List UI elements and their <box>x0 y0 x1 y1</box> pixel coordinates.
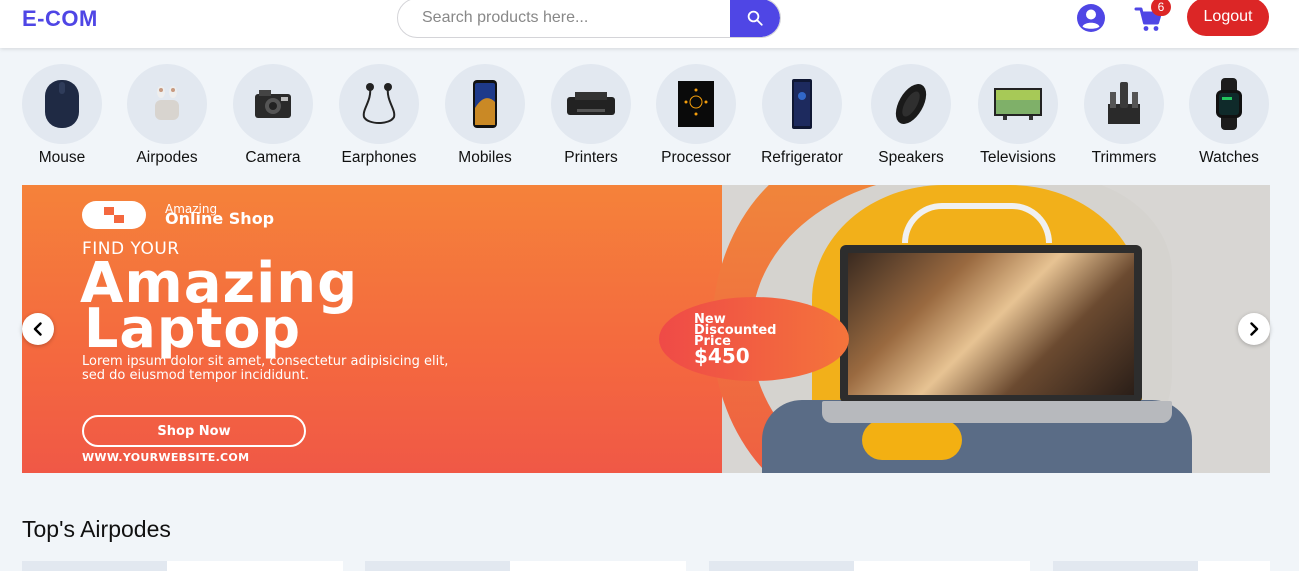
top-header: E-COM 6 Logout <box>0 0 1299 48</box>
category-label: Watches <box>1199 149 1259 166</box>
mouse-icon <box>45 80 79 128</box>
category-label: Processor <box>661 149 731 166</box>
banner-next-button[interactable] <box>1238 313 1270 345</box>
banner-prev-button[interactable] <box>22 313 54 345</box>
category-image <box>871 64 951 144</box>
chevron-right-icon <box>1250 322 1259 336</box>
discount-text: New Discounted Price <box>694 312 777 349</box>
promo-banner[interactable]: New Discounted Price $450 Amazing Online… <box>22 185 1270 473</box>
category-item-trimmers[interactable]: Trimmers <box>1069 64 1179 167</box>
banner-shop-now-button[interactable]: Shop Now <box>82 415 306 447</box>
product-card[interactable] <box>709 561 1030 571</box>
category-image <box>445 64 525 144</box>
search-bar <box>397 0 781 38</box>
speaker-icon <box>895 84 927 124</box>
banner-brand: Online Shop <box>165 209 275 228</box>
category-image <box>233 64 313 144</box>
search-icon <box>747 10 763 26</box>
category-image <box>978 64 1058 144</box>
category-label: Trimmers <box>1091 149 1157 166</box>
category-image <box>762 64 842 144</box>
category-label: Televisions <box>980 149 1056 166</box>
section-title: Top's Airpodes <box>22 516 171 542</box>
airpods-icon <box>155 86 179 120</box>
mobile-icon <box>473 80 497 128</box>
category-image <box>22 64 102 144</box>
camera-icon <box>255 90 291 118</box>
television-icon <box>994 88 1042 120</box>
user-icon[interactable] <box>1076 3 1106 33</box>
category-label: Mouse <box>38 149 86 166</box>
trimmer-icon <box>1108 82 1140 124</box>
category-list: Mouse Airpodes Camera Earphones Mobiles … <box>0 64 1299 174</box>
category-item-printers[interactable]: Printers <box>536 64 646 167</box>
watch-icon <box>1216 78 1242 130</box>
product-image <box>22 561 167 571</box>
product-card[interactable] <box>1053 561 1270 571</box>
category-item-televisions[interactable]: Televisions <box>963 64 1073 167</box>
chevron-left-icon <box>33 322 42 336</box>
category-image <box>551 64 631 144</box>
category-image <box>1084 64 1164 144</box>
banner-person-feet <box>862 420 962 460</box>
cart-count-badge: 6 <box>1151 0 1171 16</box>
search-input[interactable] <box>398 0 730 37</box>
category-item-speakers[interactable]: Speakers <box>856 64 966 167</box>
banner-logo-icon <box>104 207 124 223</box>
banner-description: Lorem ipsum dolor sit amet, consectetur … <box>82 354 449 383</box>
search-button[interactable] <box>730 0 780 37</box>
laptop-base <box>822 401 1172 423</box>
product-image <box>1053 561 1198 571</box>
category-item-airpodes[interactable]: Airpodes <box>112 64 222 167</box>
category-label: Refrigerator <box>761 149 843 166</box>
category-item-camera[interactable]: Camera <box>218 64 328 167</box>
category-label: Airpodes <box>136 149 198 166</box>
headphones-graphic <box>902 203 1052 243</box>
category-image <box>127 64 207 144</box>
earphones-icon <box>362 83 396 124</box>
category-item-processor[interactable]: Processor <box>641 64 751 167</box>
product-image <box>709 561 854 571</box>
refrigerator-icon <box>792 79 812 129</box>
logout-button[interactable]: Logout <box>1187 0 1269 36</box>
discount-price: $450 <box>694 344 750 368</box>
category-item-mobiles[interactable]: Mobiles <box>430 64 540 167</box>
category-item-refrigerator[interactable]: Refrigerator <box>747 64 857 167</box>
category-image <box>1189 64 1269 144</box>
banner-url: WWW.YOURWEBSITE.COM <box>82 451 250 464</box>
category-image <box>656 64 736 144</box>
processor-icon <box>678 81 714 127</box>
printer-icon <box>567 92 615 115</box>
site-logo[interactable]: E-COM <box>22 6 98 32</box>
product-card[interactable] <box>22 561 343 571</box>
category-label: Earphones <box>341 149 417 166</box>
product-image <box>365 561 510 571</box>
product-card[interactable] <box>365 561 686 571</box>
category-image <box>339 64 419 144</box>
category-label: Printers <box>564 149 618 166</box>
category-label: Mobiles <box>458 149 512 166</box>
category-item-earphones[interactable]: Earphones <box>324 64 434 167</box>
category-label: Speakers <box>878 149 944 166</box>
category-label: Camera <box>245 149 301 166</box>
banner-title-line2: Laptop <box>84 297 302 360</box>
category-item-watches[interactable]: Watches <box>1174 64 1284 167</box>
laptop-graphic <box>840 245 1142 403</box>
category-item-mouse[interactable]: Mouse <box>7 64 117 167</box>
